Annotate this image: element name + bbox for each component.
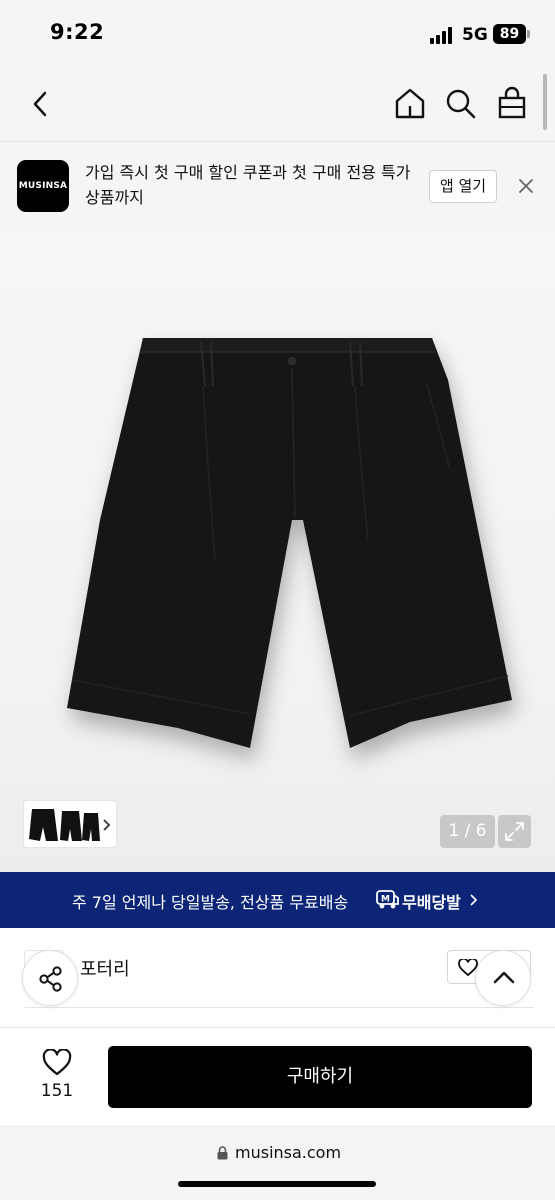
lock-icon — [217, 1146, 228, 1160]
search-icon[interactable] — [445, 88, 477, 120]
gallery-thumbnail[interactable] — [23, 800, 117, 848]
promo-badge-text: M — [381, 895, 390, 905]
heart-icon[interactable] — [42, 1049, 72, 1077]
image-counter: 1 / 6 — [440, 815, 495, 848]
back-icon[interactable] — [30, 90, 50, 118]
app-banner-message: 가입 즉시 첫 구매 할인 쿠폰과 첫 구매 전용 특가 상품까지 — [85, 163, 411, 207]
chevron-right-icon — [470, 894, 478, 906]
like-count: 151 — [40, 1081, 74, 1101]
expand-icon — [505, 822, 524, 841]
promo-text: 주 7일 언제나 당일발송, 전상품 무료배송 — [72, 893, 349, 912]
product-image-area[interactable] — [0, 232, 555, 872]
battery-icon: 89 — [493, 24, 526, 44]
buy-button[interactable]: 구매하기 — [108, 1046, 532, 1108]
home-indicator — [178, 1181, 376, 1187]
product-image-shorts — [67, 338, 512, 748]
home-icon[interactable] — [393, 86, 427, 120]
expand-button[interactable] — [498, 815, 531, 848]
musinsa-logo: MUSINSA — [17, 160, 69, 212]
battery-cap — [527, 30, 530, 38]
open-app-button[interactable]: 앱 열기 — [429, 170, 497, 203]
status-bar: 9:22 5G 89 — [0, 0, 555, 70]
delivery-truck-icon: M — [376, 888, 400, 910]
signal-icon — [430, 27, 456, 44]
shopping-bag-icon[interactable] — [497, 86, 527, 120]
share-icon — [39, 966, 62, 992]
chevron-right-icon — [103, 819, 111, 831]
network-label: 5G — [462, 25, 488, 45]
url-text[interactable]: musinsa.com — [235, 1143, 341, 1162]
scroll-indicator — [543, 74, 547, 130]
browser-url-bar[interactable] — [0, 1125, 555, 1200]
share-button[interactable] — [22, 950, 78, 1006]
promo-brand: 무배당발 — [402, 893, 461, 912]
brand-name[interactable]: 포터리 — [80, 955, 130, 981]
close-icon[interactable] — [516, 176, 536, 196]
status-time: 9:22 — [50, 20, 105, 44]
chevron-up-icon — [493, 971, 515, 984]
scroll-top-button[interactable] — [475, 950, 531, 1006]
